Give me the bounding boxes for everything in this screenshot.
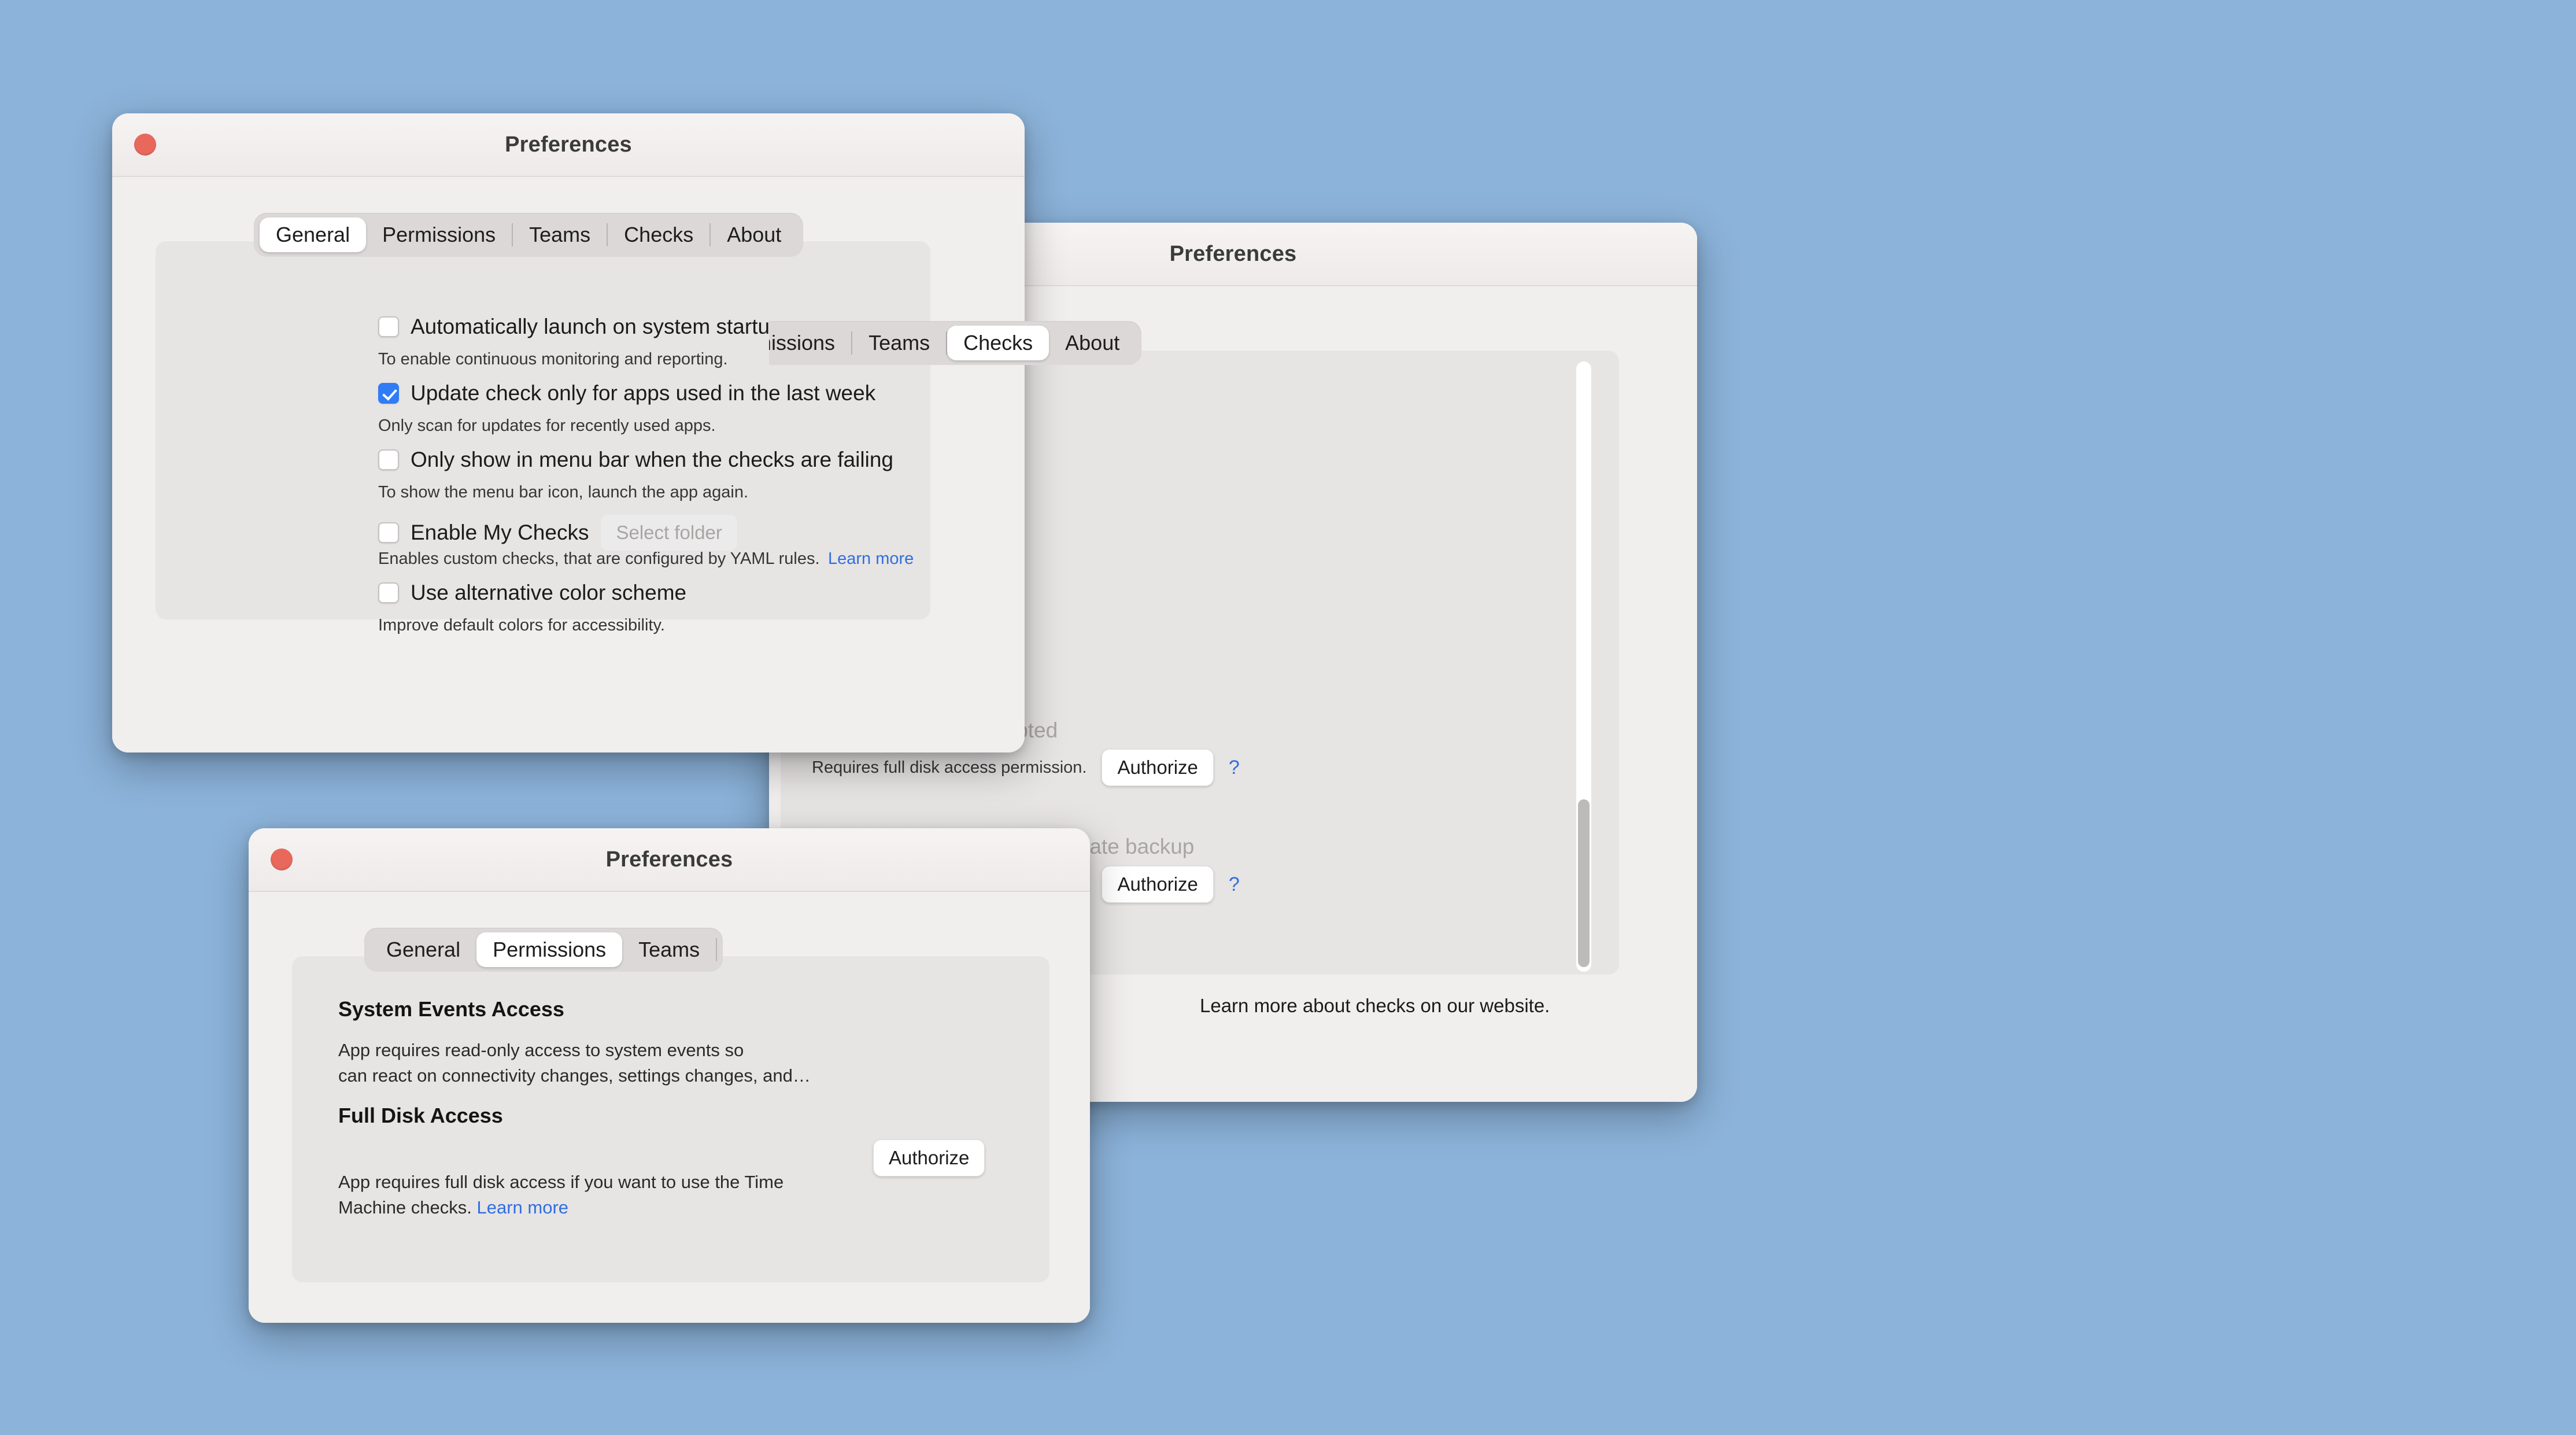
checkbox-update-check[interactable] — [378, 383, 399, 404]
option-label: Automatically launch on system startup — [411, 315, 782, 339]
permissions-window-titlebar[interactable]: Preferences — [249, 828, 1090, 892]
tab-checks[interactable]: Checks — [947, 326, 1049, 360]
option-label: Use alternative color scheme — [411, 581, 686, 605]
permissions-window-title: Preferences — [606, 847, 733, 872]
checkbox-enable-my-checks[interactable] — [378, 522, 399, 543]
tab-permissions[interactable]: Permissions — [769, 326, 851, 360]
option-hint: Only scan for updates for recently used … — [378, 416, 716, 436]
option-label: Update check only for apps used in the l… — [411, 381, 875, 405]
option-hint: To show the menu bar icon, launch the ap… — [378, 483, 748, 502]
authorize-button[interactable]: Authorize — [873, 1139, 985, 1176]
preferences-window-permissions[interactable]: Preferences General Permissions Teams Sy… — [249, 828, 1090, 1323]
permission-section-body: App requires read-only access to system … — [338, 1038, 1021, 1089]
checks-tabbar[interactable]: Permissions Teams Checks About — [769, 321, 1141, 365]
select-folder-button[interactable]: Select folder — [600, 514, 737, 551]
tab-teams[interactable]: Teams — [622, 932, 716, 967]
tab-general[interactable]: General — [260, 217, 366, 252]
checks-window-title: Preferences — [1170, 242, 1297, 267]
checks-footer-text: about checks on our website. — [1298, 995, 1550, 1016]
tab-separator — [716, 938, 717, 961]
option-row-update-check[interactable]: Update check only for apps used in the l… — [378, 381, 875, 405]
checkbox-auto-launch[interactable] — [378, 316, 399, 337]
tab-permissions[interactable]: Permissions — [366, 217, 512, 252]
checks-scrollbar-track[interactable] — [1576, 361, 1591, 972]
option-hint: Enables custom checks, that are configur… — [378, 549, 820, 568]
option-row-enable-my-checks[interactable]: Enable My Checks Select folder — [378, 514, 738, 551]
authorize-button[interactable]: Authorize — [1102, 866, 1213, 903]
permission-section-heading: System Events Access — [338, 997, 564, 1021]
tab-teams[interactable]: Teams — [852, 326, 946, 360]
permissions-tabbar[interactable]: General Permissions Teams — [364, 928, 723, 972]
general-window-body: General Permissions Teams Checks About A… — [112, 177, 1025, 752]
close-button[interactable] — [134, 134, 156, 156]
checks-footer: Learn more about checks on our website. — [1200, 995, 1550, 1017]
option-hint-wrapper: Enables custom checks, that are configur… — [378, 549, 914, 569]
option-label: Enable My Checks — [411, 521, 589, 545]
learn-more-link[interactable]: Learn more — [828, 549, 914, 568]
general-tabbar[interactable]: General Permissions Teams Checks About — [254, 213, 803, 257]
authorize-button[interactable]: Authorize — [1102, 749, 1213, 786]
close-button[interactable] — [271, 849, 293, 870]
option-hint: Improve default colors for accessibility… — [378, 616, 665, 635]
checkbox-menubar-failing[interactable] — [378, 449, 399, 470]
help-icon[interactable]: ? — [1229, 757, 1240, 779]
help-icon[interactable]: ? — [1229, 873, 1240, 896]
option-hint: To enable continuous monitoring and repo… — [378, 350, 728, 369]
permission-section-heading: Full Disk Access — [338, 1104, 503, 1128]
tab-checks[interactable]: Checks — [608, 217, 709, 252]
tab-about[interactable]: About — [1049, 326, 1136, 360]
option-row-auto-launch[interactable]: Automatically launch on system startup — [378, 315, 782, 339]
option-row-alt-color-scheme[interactable]: Use alternative color scheme — [378, 581, 686, 605]
general-panel: Automatically launch on system startup T… — [156, 241, 930, 619]
option-label: Only show in menu bar when the checks ar… — [411, 448, 893, 472]
option-row-menubar-failing[interactable]: Only show in menu bar when the checks ar… — [378, 448, 893, 472]
tab-permissions[interactable]: Permissions — [476, 932, 622, 967]
tab-teams[interactable]: Teams — [513, 217, 607, 252]
authorize-row[interactable]: Requires full disk access permission. Au… — [812, 749, 1240, 786]
tab-about[interactable]: About — [711, 217, 797, 252]
permissions-window-body: General Permissions Teams System Events … — [249, 892, 1090, 1323]
checks-scrollbar-thumb[interactable] — [1578, 799, 1590, 967]
permission-section-body: App requires full disk access if you wan… — [338, 1144, 916, 1220]
checkbox-alt-color-scheme[interactable] — [378, 582, 399, 603]
preferences-window-general[interactable]: Preferences General Permissions Teams Ch… — [112, 113, 1025, 752]
desktop-background: Preferences Permissions Teams Checks Abo… — [0, 0, 2576, 1435]
learn-more-link[interactable]: Learn more — [1200, 995, 1298, 1016]
permissions-panel: System Events Access App requires read-o… — [292, 956, 1049, 1282]
learn-more-link[interactable]: Learn more — [477, 1197, 569, 1218]
general-window-title: Preferences — [505, 132, 632, 157]
authorize-hint: Requires full disk access permission. — [812, 758, 1086, 777]
tab-general[interactable]: General — [370, 932, 476, 967]
general-window-titlebar[interactable]: Preferences — [112, 113, 1025, 177]
